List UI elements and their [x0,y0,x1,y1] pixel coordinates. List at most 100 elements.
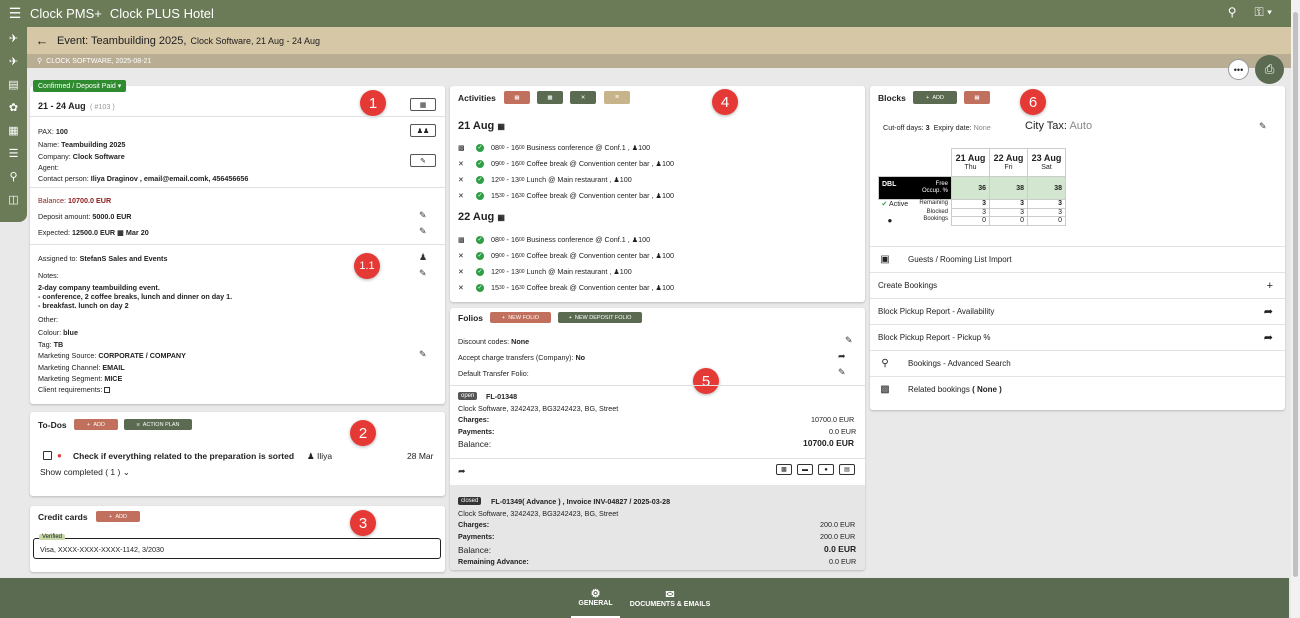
folio-actions: ▩ ▬ ● ▤ [776,464,855,475]
briefcase-icon: ▩ [880,384,890,395]
balance-value: 10700.0 EUR [803,438,855,448]
activity-item[interactable]: ✕ ✓ 12 00 - 13 00 Lunch @ Main restaurant , … [458,267,632,276]
edit-deposit-icon[interactable]: ✎ [419,210,427,221]
restaurant-icon: ✕ [458,191,465,200]
notes-line-1: 2-day company teambuilding event. [38,283,160,292]
expected-row: Expected: 12500.0 EUR ▦ Mar 20 [38,228,149,237]
create-bookings[interactable]: Create Bookings + [870,272,1285,298]
todo-checkbox[interactable] [43,451,52,460]
event-bar: ← Event: Teambuilding 2025, Clock Softwa… [27,27,1300,54]
new-deposit-folio-button[interactable]: + NEW DEPOSIT FOLIO [558,312,642,323]
edit-expected-icon[interactable]: ✎ [419,226,427,237]
folios-title: Folios [458,313,484,323]
tab-general[interactable]: ⚙ GENERAL [571,578,620,618]
marketing-source-row: Marketing Source: CORPORATE / COMPANY [38,351,186,360]
guests-rooming-import[interactable]: ▣ Guests / Rooming List Import [870,246,1285,272]
transfer-icon[interactable]: ➦ [838,351,846,362]
event-ref: ( #103 ) [90,102,115,111]
room-type-cell: DBL Free Occup. % [878,176,952,200]
status-dropdown[interactable]: Confirmed / Deposit Paid ▾ [33,80,127,92]
edit-marketing-icon[interactable]: ✎ [419,349,427,360]
receipt-icon[interactable]: ▤ [839,464,855,475]
conference-button[interactable]: ▩ [537,91,563,104]
edit-discount-icon[interactable]: ✎ [845,335,853,346]
remaining-advance-label: Remaining Advance: [458,557,529,566]
edit-transfer-icon[interactable]: ✎ [838,367,846,378]
blocks-title: Blocks [878,93,906,103]
check-icon: ✓ [476,235,484,244]
calendar-icon: ▦ [497,122,505,131]
group-button[interactable]: ♟♟ [410,124,436,137]
add-activity-button[interactable]: ▦ [504,91,530,104]
menu-icon[interactable]: ☰ [0,5,30,22]
activity-item[interactable]: ▩ ✓ 08 00 - 16 00 Business conference @ Conf… [458,235,650,244]
departure-icon[interactable]: ✈ [0,50,27,73]
leaf-icon[interactable]: ✿ [0,96,27,119]
plus-icon: + [1266,279,1273,292]
conference-icon: ▩ [458,235,465,244]
calendar-icon[interactable]: ▦ [0,119,27,142]
more-options-button[interactable]: ••• [1228,59,1249,80]
marketing-segment-row: Marketing Segment: MICE [38,374,123,383]
search-bar[interactable]: ⚲ CLOCK SOFTWARE, 2025-08-21 [27,54,1300,68]
folio-id[interactable]: FL-01349( Advance ) , Invoice INV-04827 … [491,497,670,506]
restaurant-button[interactable]: ✕ [570,91,596,104]
free-cell[interactable]: 38 [989,176,1028,200]
back-arrow-icon[interactable]: ← [27,33,57,48]
folio-address: Clock Software, 3242423, BG3242423, BG, … [458,404,619,413]
search-icon[interactable]: ⚲ [0,165,27,188]
free-cell[interactable]: 38 [1027,176,1066,200]
edit-notes-icon[interactable]: ✎ [419,268,427,279]
activity-item[interactable]: ✕ ✓ 09 00 - 16 00 Coffee break @ Convention … [458,159,674,168]
info-icon: ● [887,216,893,225]
share-icon[interactable]: ➦ [458,466,466,477]
divider [30,244,445,245]
activity-item[interactable]: ✕ ✓ 15 30 - 16 30 Coffee break @ Convention … [458,283,674,292]
show-completed-link[interactable]: Show completed ( 1 ) ⌄ [40,467,130,478]
add-card-button[interactable]: + ADD [96,511,140,522]
edit-block-icon[interactable]: ✎ [1259,121,1267,132]
filter-button[interactable]: ≡ [604,91,630,104]
activity-item[interactable]: ✕ ✓ 09 00 - 16 00 Coffee break @ Convention … [458,251,674,260]
calendar-button[interactable]: ▦ [410,98,436,111]
bookings-advanced-search[interactable]: ⚲ Bookings - Advanced Search [870,350,1285,376]
related-bookings[interactable]: ▩ Related bookings ( None ) [870,376,1285,402]
arrival-icon[interactable]: ✈ [0,27,27,50]
block-pickup-availability[interactable]: Block Pickup Report - Availability ➦ [870,298,1285,324]
folio-id[interactable]: FL-01348 [486,392,517,401]
activity-item[interactable]: ✕ ✓ 12 00 - 13 00 Lunch @ Main restaurant , … [458,175,632,184]
tab-documents-emails[interactable]: ✉ DOCUMENTS & EMAILS [626,578,714,618]
block-pickup-percent[interactable]: Block Pickup Report - Pickup % ➦ [870,324,1285,350]
todo-text[interactable]: Check if everything related to the prepa… [73,451,294,461]
print-button[interactable]: ⎙ [1255,55,1284,84]
key-icon[interactable]: ⚿ ▾ [1254,5,1272,20]
activity-item[interactable]: ▩ ✓ 08 00 - 16 00 Business conference @ Conf… [458,143,650,152]
notes-line-2: - conference, 2 coffee breaks, lunch and… [38,292,233,301]
block-calendar-button[interactable]: ▦ [964,91,990,104]
free-cell[interactable]: 36 [951,176,990,200]
edit-details-button[interactable]: ✎ [410,154,436,167]
document-icon[interactable]: ☰ [0,142,27,165]
invoice-icon[interactable]: ▩ [776,464,792,475]
add-block-button[interactable]: + ADD [913,91,957,104]
add-todo-button[interactable]: + ADD [74,419,118,430]
divider [450,385,865,386]
action-plan-button[interactable]: ≡ ACTION PLAN [124,419,192,430]
notes-label: Notes: [38,271,59,280]
payment-icon[interactable]: ● [818,464,834,475]
activity-item[interactable]: ✕ ✓ 15 30 - 16 30 Coffee break @ Convention … [458,191,674,200]
new-folio-button[interactable]: + NEW FOLIO [490,312,551,323]
search-icon[interactable]: ⚲ [1228,5,1237,20]
card-icon[interactable]: ▬ [797,464,813,475]
date-col-header: 21 Aug Thu [951,148,990,177]
scrollbar-thumb[interactable] [1293,12,1298,577]
remaining-label: ✔ Active Remaining [881,200,949,208]
check-icon: ✓ [476,267,484,276]
book-icon[interactable]: ◫ [0,188,27,211]
bed-icon[interactable]: ▤ [0,73,27,96]
restaurant-icon: ✕ [458,175,465,184]
balance-row: Balance: 10700.0 EUR [38,196,112,205]
client-requirements-checkbox[interactable] [104,387,111,394]
scrollbar[interactable] [1291,0,1300,618]
person-icon[interactable]: ♟ [419,252,427,263]
